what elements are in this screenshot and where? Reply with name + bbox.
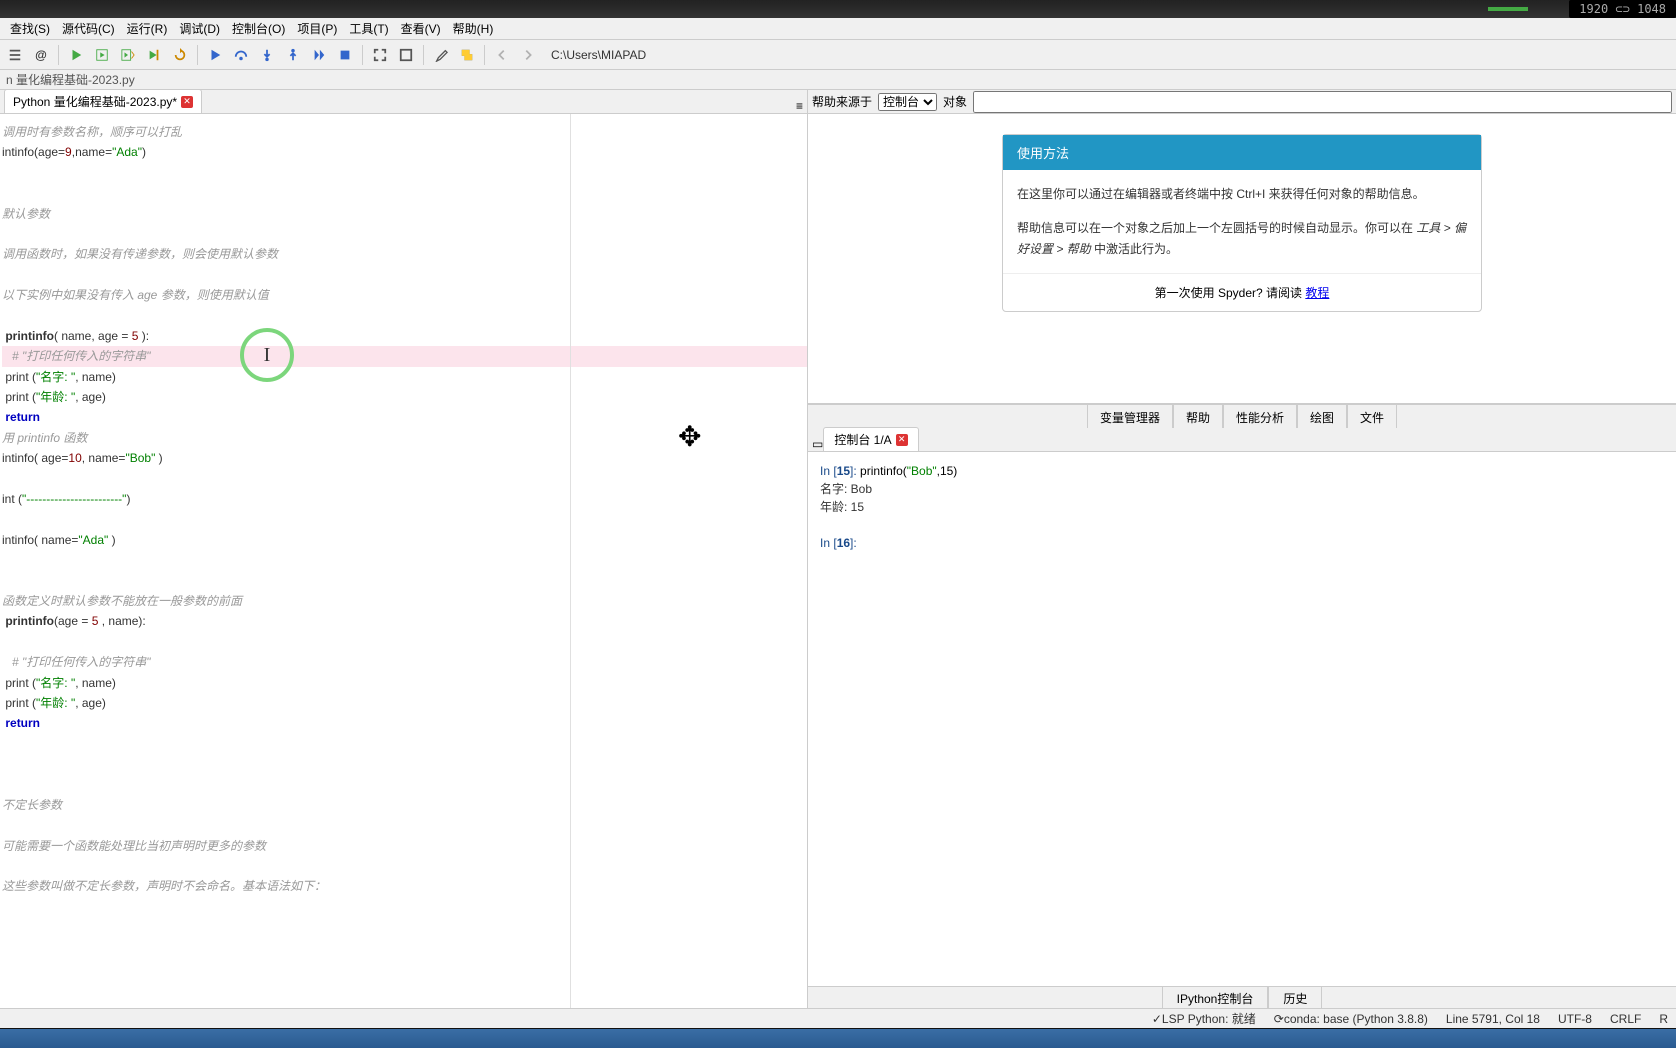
tab-plots[interactable]: 绘图 bbox=[1297, 405, 1347, 428]
maximize-icon[interactable] bbox=[369, 44, 391, 66]
status-rw: R bbox=[1659, 1012, 1668, 1026]
menu-search[interactable]: 查找(S) bbox=[4, 18, 56, 39]
move-cursor-icon: ✥ bbox=[678, 420, 701, 453]
preferences-icon[interactable] bbox=[430, 44, 452, 66]
console-tab[interactable]: 控制台 1/A ✕ bbox=[823, 427, 918, 451]
code-editor[interactable]: 调用时有参数名称，顺序可以打乱intinfo(age=9,name="Ada")… bbox=[0, 114, 807, 1008]
console-tabbar: ▭ 控制台 1/A ✕ bbox=[808, 428, 1676, 452]
back-icon[interactable] bbox=[491, 44, 513, 66]
help-text-2: 帮助信息可以在一个对象之后加上一个左圆括号的时候自动显示。你可以在 工具 > 偏… bbox=[1017, 218, 1467, 259]
menu-source[interactable]: 源代码(C) bbox=[56, 18, 121, 39]
status-eol: CRLF bbox=[1610, 1012, 1641, 1026]
at-icon[interactable]: @ bbox=[30, 44, 52, 66]
help-object-label: 对象 bbox=[943, 93, 967, 110]
help-body: 使用方法 在这里你可以通过在编辑器或者终端中按 Ctrl+I 来获得任何对象的帮… bbox=[808, 114, 1676, 404]
tab-history[interactable]: 历史 bbox=[1268, 987, 1322, 1008]
help-card: 使用方法 在这里你可以通过在编辑器或者终端中按 Ctrl+I 来获得任何对象的帮… bbox=[1002, 134, 1482, 312]
menu-console[interactable]: 控制台(O) bbox=[226, 18, 291, 39]
help-source-label: 帮助来源于 bbox=[812, 93, 872, 110]
help-card-title: 使用方法 bbox=[1003, 135, 1481, 170]
tab-variables[interactable]: 变量管理器 bbox=[1087, 405, 1173, 428]
menubar: 查找(S) 源代码(C) 运行(R) 调试(D) 控制台(O) 项目(P) 工具… bbox=[0, 18, 1676, 40]
stop-icon[interactable] bbox=[334, 44, 356, 66]
resolution-badge: 1920 ⊂⊃ 1048 bbox=[1569, 0, 1676, 18]
help-card-footer: 第一次使用 Spyder? 请阅读 教程 bbox=[1003, 273, 1481, 311]
tab-files[interactable]: 文件 bbox=[1347, 405, 1397, 428]
run-cell-advance-icon[interactable] bbox=[117, 44, 139, 66]
console-bottom-tabs: IPython控制台 历史 bbox=[808, 986, 1676, 1008]
window-titlebar: 1920 ⊂⊃ 1048 bbox=[0, 0, 1676, 18]
rerun-icon[interactable] bbox=[169, 44, 191, 66]
status-line: Line 5791, Col 18 bbox=[1446, 1012, 1540, 1026]
outline-icon[interactable] bbox=[4, 44, 26, 66]
editor-options-icon[interactable]: ≡ bbox=[796, 99, 803, 113]
tab-profiler[interactable]: 性能分析 bbox=[1223, 405, 1297, 428]
statusbar: ✓LSP Python: 就绪 ⟳conda: base (Python 3.8… bbox=[0, 1008, 1676, 1028]
close-icon[interactable]: ✕ bbox=[896, 434, 908, 446]
menu-run[interactable]: 运行(R) bbox=[121, 18, 174, 39]
help-text-1: 在这里你可以通过在编辑器或者终端中按 Ctrl+I 来获得任何对象的帮助信息。 bbox=[1017, 184, 1467, 204]
console-tab-label: 控制台 1/A bbox=[834, 431, 891, 448]
working-dir: C:\Users\MIAPAD bbox=[543, 48, 1672, 62]
progress-indicator bbox=[1488, 7, 1528, 11]
console-menu-icon[interactable]: ▭ bbox=[812, 437, 823, 451]
breadcrumb-text: n 量化编程基础-2023.py bbox=[6, 71, 135, 88]
tab-ipython[interactable]: IPython控制台 bbox=[1162, 987, 1269, 1008]
step-over-icon[interactable] bbox=[230, 44, 252, 66]
editor-pane: Python 量化编程基础-2023.py* ✕ ≡ 调用时有参数名称，顺序可以… bbox=[0, 90, 808, 1008]
menu-debug[interactable]: 调试(D) bbox=[173, 18, 226, 39]
help-tabs: 变量管理器 帮助 性能分析 绘图 文件 bbox=[808, 404, 1676, 428]
forward-icon[interactable] bbox=[517, 44, 539, 66]
help-source-select[interactable]: 控制台 bbox=[878, 93, 937, 111]
editor-tab-label: Python 量化编程基础-2023.py* bbox=[13, 93, 177, 110]
ipython-console[interactable]: In [15]: printinfo("Bob",15)名字: Bob年龄: 1… bbox=[808, 452, 1676, 986]
continue-icon[interactable] bbox=[308, 44, 330, 66]
menu-tools[interactable]: 工具(T) bbox=[343, 18, 394, 39]
status-conda: ⟳conda: base (Python 3.8.8) bbox=[1274, 1012, 1428, 1026]
menu-view[interactable]: 查看(V) bbox=[395, 18, 447, 39]
menu-project[interactable]: 项目(P) bbox=[291, 18, 343, 39]
run-cell-icon[interactable] bbox=[91, 44, 113, 66]
status-encoding: UTF-8 bbox=[1558, 1012, 1592, 1026]
os-taskbar[interactable] bbox=[0, 1028, 1676, 1048]
help-header: 帮助来源于 控制台 对象 bbox=[808, 90, 1676, 114]
toolbar: @ C:\Users\MIAPAD bbox=[0, 40, 1676, 70]
python-path-icon[interactable] bbox=[456, 44, 478, 66]
tab-help[interactable]: 帮助 bbox=[1173, 405, 1223, 428]
fullscreen-icon[interactable] bbox=[395, 44, 417, 66]
tutorial-link[interactable]: 教程 bbox=[1305, 286, 1329, 300]
right-panel: 帮助来源于 控制台 对象 使用方法 在这里你可以通过在编辑器或者终端中按 Ctr… bbox=[808, 90, 1676, 1008]
close-icon[interactable]: ✕ bbox=[181, 96, 193, 108]
help-object-input[interactable] bbox=[973, 91, 1672, 113]
run-icon[interactable] bbox=[65, 44, 87, 66]
run-selection-icon[interactable] bbox=[143, 44, 165, 66]
editor-tabbar: Python 量化编程基础-2023.py* ✕ ≡ bbox=[0, 90, 807, 114]
menu-help[interactable]: 帮助(H) bbox=[447, 18, 500, 39]
breadcrumb: n 量化编程基础-2023.py bbox=[0, 70, 1676, 90]
editor-tab[interactable]: Python 量化编程基础-2023.py* ✕ bbox=[4, 89, 202, 113]
step-in-icon[interactable] bbox=[256, 44, 278, 66]
step-out-icon[interactable] bbox=[282, 44, 304, 66]
debug-icon[interactable] bbox=[204, 44, 226, 66]
status-lsp: ✓LSP Python: 就绪 bbox=[1152, 1010, 1256, 1027]
